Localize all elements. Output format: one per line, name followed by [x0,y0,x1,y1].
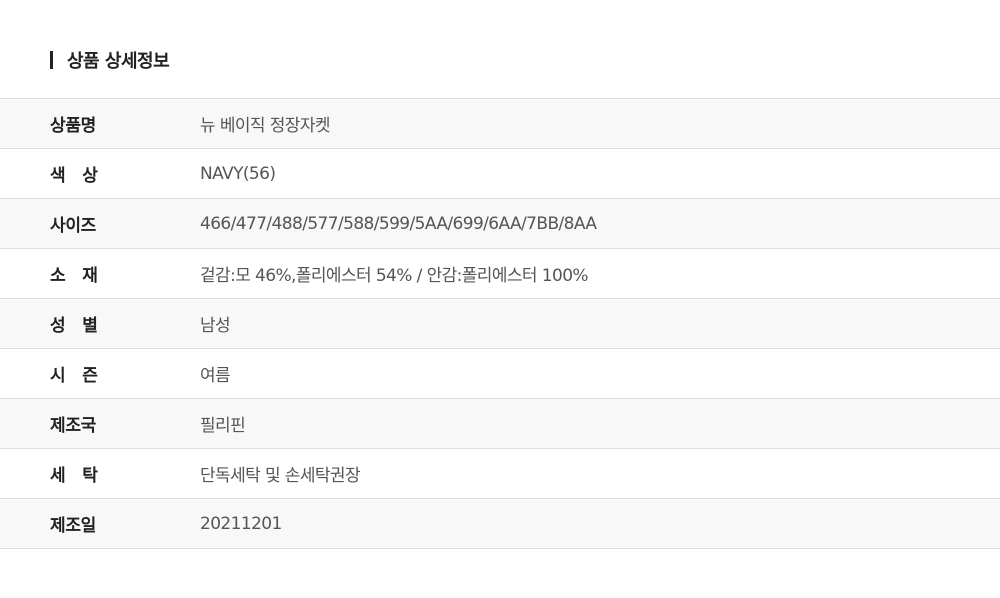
spec-value: 남성 [200,316,231,336]
spec-value: 20211201 [200,513,282,534]
section-header: 상품 상세정보 [50,48,170,72]
spec-value: 여름 [200,366,231,386]
spec-row-product-name: 상품명 뉴 베이직 정장자켓 [0,99,1000,149]
spec-label: 세 탁 [50,466,98,486]
spec-row-origin: 제조국 필리핀 [0,399,1000,449]
title-accent-bar [50,51,53,69]
product-spec-table: 상품명 뉴 베이직 정장자켓 색 상 NAVY(56) 사이즈 466/477/… [0,98,1000,549]
spec-row-gender: 성 별 남성 [0,299,1000,349]
spec-value: 겉감:모 46%,폴리에스터 54% / 안감:폴리에스터 100% [200,266,589,286]
spec-label: 소 재 [50,266,98,286]
spec-row-color: 색 상 NAVY(56) [0,149,1000,199]
spec-row-washing: 세 탁 단독세탁 및 손세탁권장 [0,449,1000,499]
spec-value: 필리핀 [200,416,246,436]
spec-label: 시 즌 [50,366,98,386]
spec-value: NAVY(56) [200,163,276,184]
spec-value: 단독세탁 및 손세탁권장 [200,466,361,486]
spec-label: 색 상 [50,166,98,186]
spec-label: 제조국 [50,416,97,436]
spec-label: 성 별 [50,316,98,336]
section-title: 상품 상세정보 [67,51,170,72]
spec-row-material: 소 재 겉감:모 46%,폴리에스터 54% / 안감:폴리에스터 100% [0,249,1000,299]
spec-row-size: 사이즈 466/477/488/577/588/599/5AA/699/6AA/… [0,199,1000,249]
spec-value: 466/477/488/577/588/599/5AA/699/6AA/7BB/… [200,213,597,234]
spec-label: 사이즈 [50,216,97,236]
spec-label: 상품명 [50,116,97,136]
spec-row-season: 시 즌 여름 [0,349,1000,399]
spec-row-manufacture-date: 제조일 20211201 [0,499,1000,549]
spec-value: 뉴 베이직 정장자켓 [200,116,331,136]
spec-label: 제조일 [50,516,97,536]
